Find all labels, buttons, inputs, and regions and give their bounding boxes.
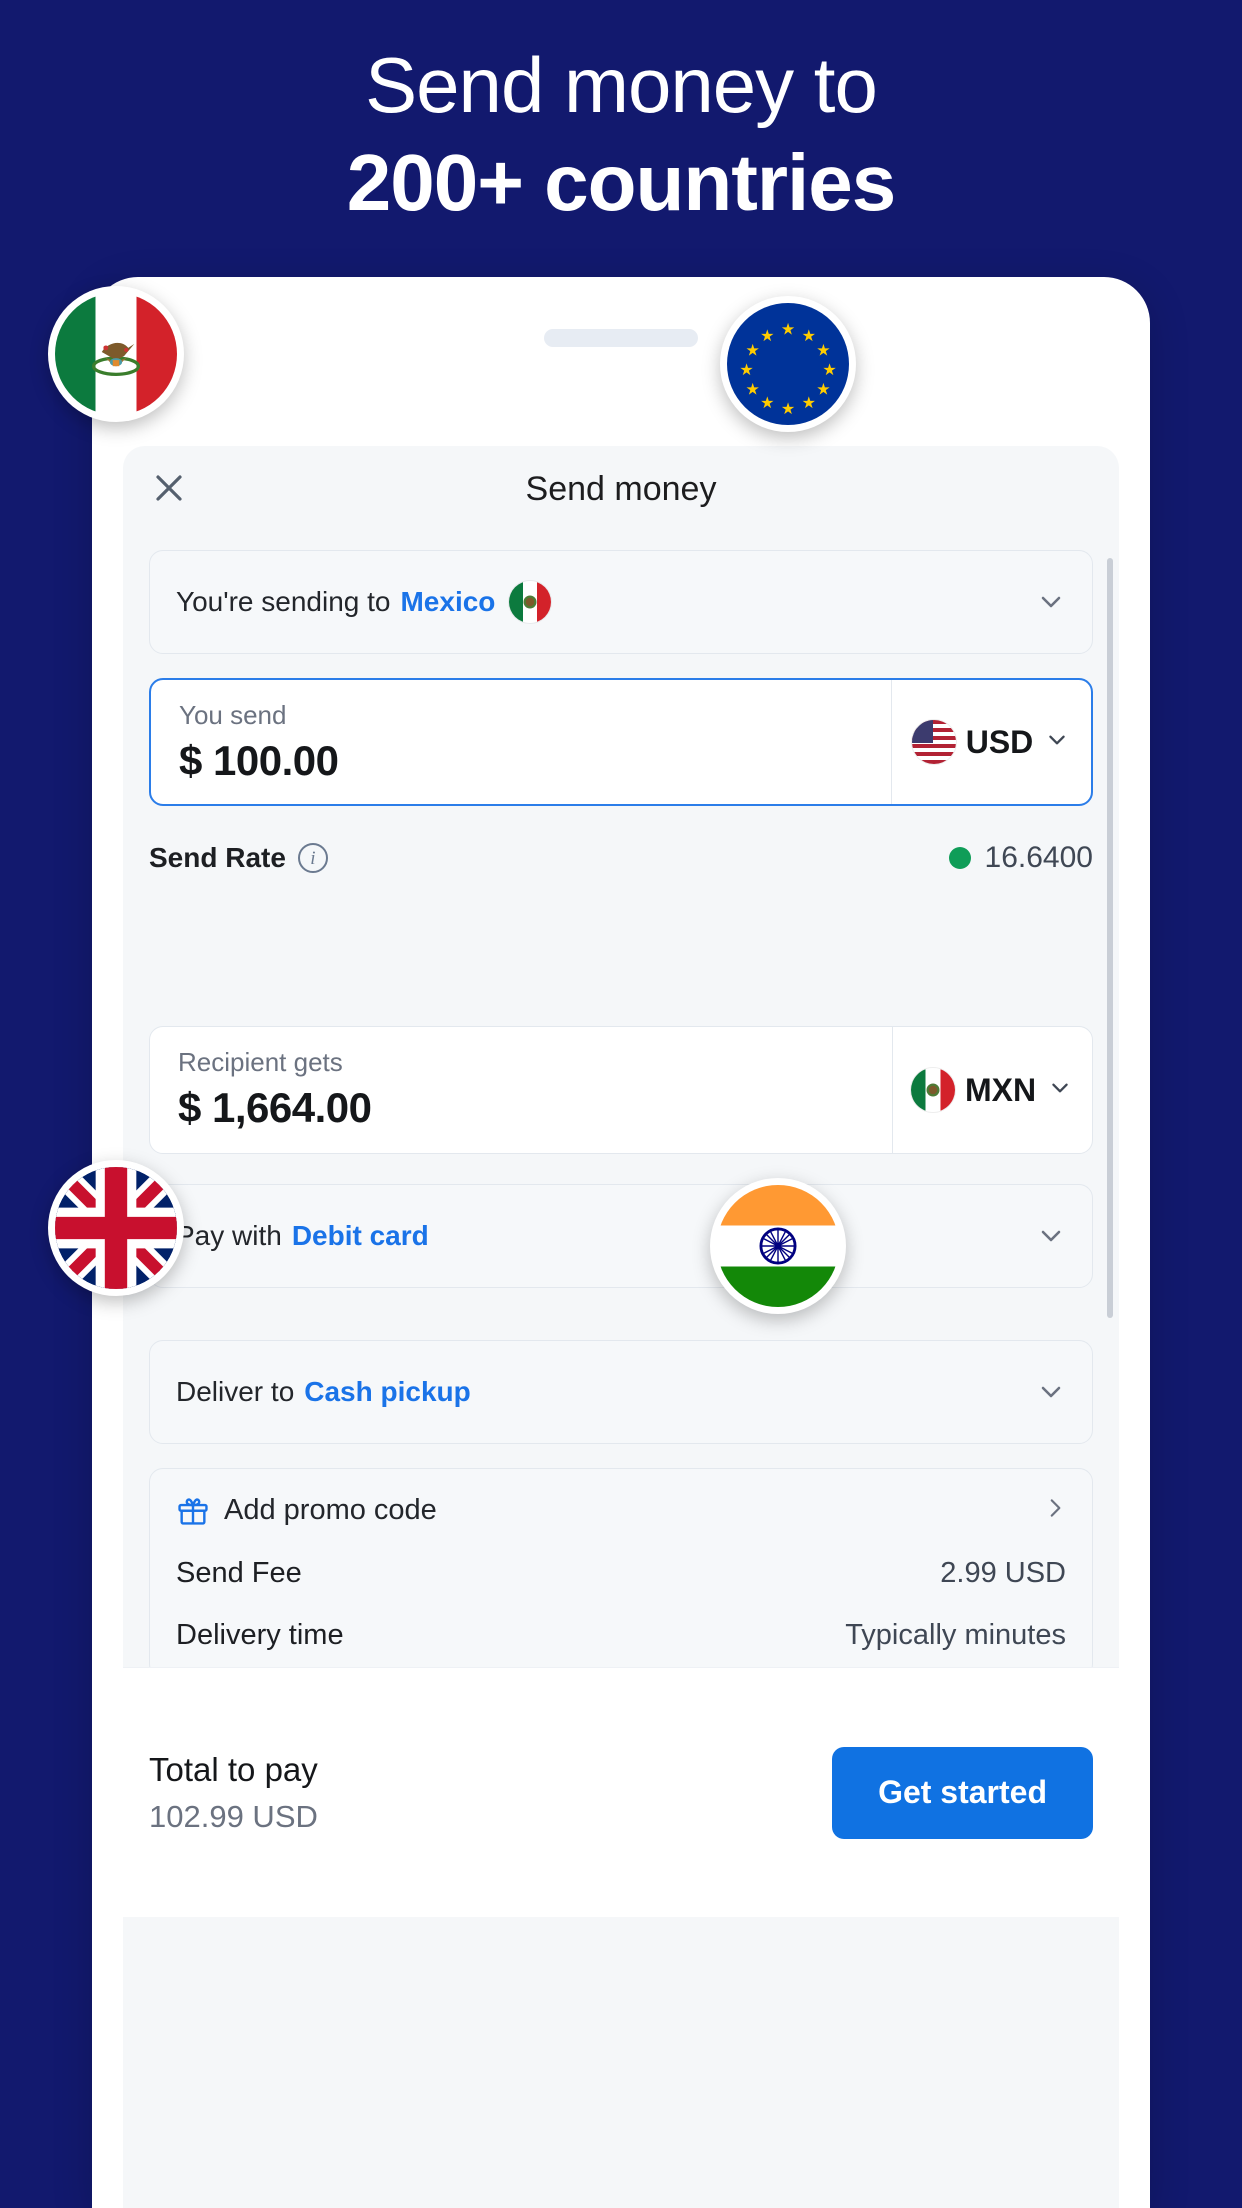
svg-text:★: ★ <box>802 395 816 412</box>
svg-text:★: ★ <box>816 342 830 359</box>
send-currency-selector[interactable]: USD <box>891 680 1091 804</box>
delivery-method-selector[interactable]: Deliver to Cash pickup <box>149 1340 1093 1444</box>
chevron-right-icon <box>1042 1495 1068 1521</box>
you-send-field[interactable]: You send $ 100.00 <box>151 680 891 804</box>
pay-with-prefix-label: Pay with <box>176 1220 282 1251</box>
sheet-title: Send money <box>525 470 717 508</box>
india-flag-badge <box>710 1178 846 1314</box>
you-send-input-group[interactable]: You send $ 100.00 USD <box>149 678 1093 806</box>
chevron-down-icon <box>1043 726 1071 759</box>
send-rate-label: Send Rate <box>149 842 286 873</box>
mexico-flag-icon <box>910 1068 955 1112</box>
total-to-pay-group: Total to pay 102.99 USD <box>149 1751 318 1835</box>
promo-and-fees-block: Add promo code Send Fee 2.99 USD Deliver… <box>149 1468 1093 1678</box>
destination-country-selector[interactable]: You're sending to Mexico <box>149 550 1093 654</box>
delivery-time-label: Delivery time <box>176 1619 344 1651</box>
usa-flag-icon <box>911 720 956 764</box>
chevron-down-icon <box>1034 585 1068 619</box>
total-to-pay-value: 102.99 USD <box>149 1798 318 1834</box>
pay-with-method-value: Debit card <box>291 1220 429 1251</box>
send-money-sheet: Send money You're sending to Mexico You … <box>123 446 1119 2208</box>
united-kingdom-flag-badge <box>48 1160 184 1296</box>
sheet-body: You're sending to Mexico You send $ 100.… <box>123 528 1119 2208</box>
mexico-flag-badge <box>48 286 184 422</box>
payment-method-selector[interactable]: Pay with Debit card <box>149 1184 1093 1288</box>
gift-icon <box>176 1493 210 1527</box>
phone-mockup: Send money You're sending to Mexico You … <box>92 277 1150 2208</box>
recipient-gets-amount[interactable]: $ 1,664.00 <box>178 1084 892 1132</box>
svg-text:★: ★ <box>802 328 816 345</box>
destination-prefix-label: You're sending to <box>176 586 391 617</box>
add-promo-code-row[interactable]: Add promo code <box>176 1493 1068 1527</box>
receive-currency-selector[interactable]: MXN <box>892 1027 1092 1153</box>
send-rate-value: 16.6400 <box>984 841 1093 874</box>
send-rate-right: 16.6400 <box>948 841 1093 875</box>
chevron-down-icon <box>1034 1219 1068 1253</box>
chevron-down-icon <box>1034 1375 1068 1409</box>
you-send-label: You send <box>179 700 287 730</box>
deliver-to-prefix-label: Deliver to <box>176 1376 295 1407</box>
united-kingdom-flag-icon <box>55 1167 177 1289</box>
receive-currency-code: MXN <box>964 1071 1037 1108</box>
svg-text:★: ★ <box>760 395 774 412</box>
total-to-pay-label: Total to pay <box>149 1750 318 1788</box>
send-fee-label: Send Fee <box>176 1557 302 1589</box>
page-headline: Send money to 200+ countries <box>0 44 1242 225</box>
mexico-flag-icon <box>509 581 552 623</box>
recipient-gets-field[interactable]: Recipient gets $ 1,664.00 <box>150 1027 892 1153</box>
destination-country-value: Mexico <box>400 586 496 617</box>
headline-line-2: 200+ countries <box>346 137 897 227</box>
info-icon[interactable]: i <box>297 843 328 873</box>
sheet-header: Send money <box>123 446 1119 528</box>
add-promo-code-label: Add promo code <box>224 1493 437 1526</box>
sheet-drag-handle[interactable] <box>544 329 698 347</box>
deliver-to-method-value: Cash pickup <box>304 1376 471 1407</box>
svg-text:★: ★ <box>822 362 836 379</box>
you-send-amount[interactable]: $ 100.00 <box>179 737 891 785</box>
headline-line-1: Send money to <box>365 41 878 129</box>
svg-text:★: ★ <box>746 342 760 359</box>
recipient-gets-label: Recipient gets <box>178 1047 343 1077</box>
green-status-dot <box>948 847 971 869</box>
svg-text:★: ★ <box>816 382 830 399</box>
send-currency-code: USD <box>965 723 1034 760</box>
recipient-gets-input-group[interactable]: Recipient gets $ 1,664.00 MXN <box>149 1026 1093 1154</box>
delivery-time-value: Typically minutes <box>845 1619 1066 1651</box>
delivery-time-row: Delivery time Typically minutes <box>176 1619 1066 1652</box>
send-rate-row: Send Rate i 16.6400 <box>149 828 1093 888</box>
sheet-footer: Total to pay 102.99 USD Get started <box>123 1667 1119 1917</box>
svg-text:★: ★ <box>760 328 774 345</box>
india-flag-icon <box>717 1185 839 1307</box>
mexico-flag-icon <box>55 293 177 415</box>
send-fee-value: 2.99 USD <box>940 1557 1066 1589</box>
send-rate-left: Send Rate i <box>149 842 328 874</box>
svg-text:★: ★ <box>739 362 753 379</box>
european-union-flag-badge: ★ ★ ★ ★ ★ ★ ★ ★ ★ ★ ★ ★ <box>720 296 856 432</box>
get-started-button[interactable]: Get started <box>832 1746 1093 1839</box>
send-fee-row: Send Fee 2.99 USD <box>176 1557 1066 1590</box>
svg-text:★: ★ <box>781 401 795 418</box>
svg-text:★: ★ <box>746 382 760 399</box>
chevron-down-icon <box>1046 1074 1074 1107</box>
svg-text:★: ★ <box>781 322 795 339</box>
european-union-flag-icon: ★ ★ ★ ★ ★ ★ ★ ★ ★ ★ ★ ★ <box>727 303 849 425</box>
